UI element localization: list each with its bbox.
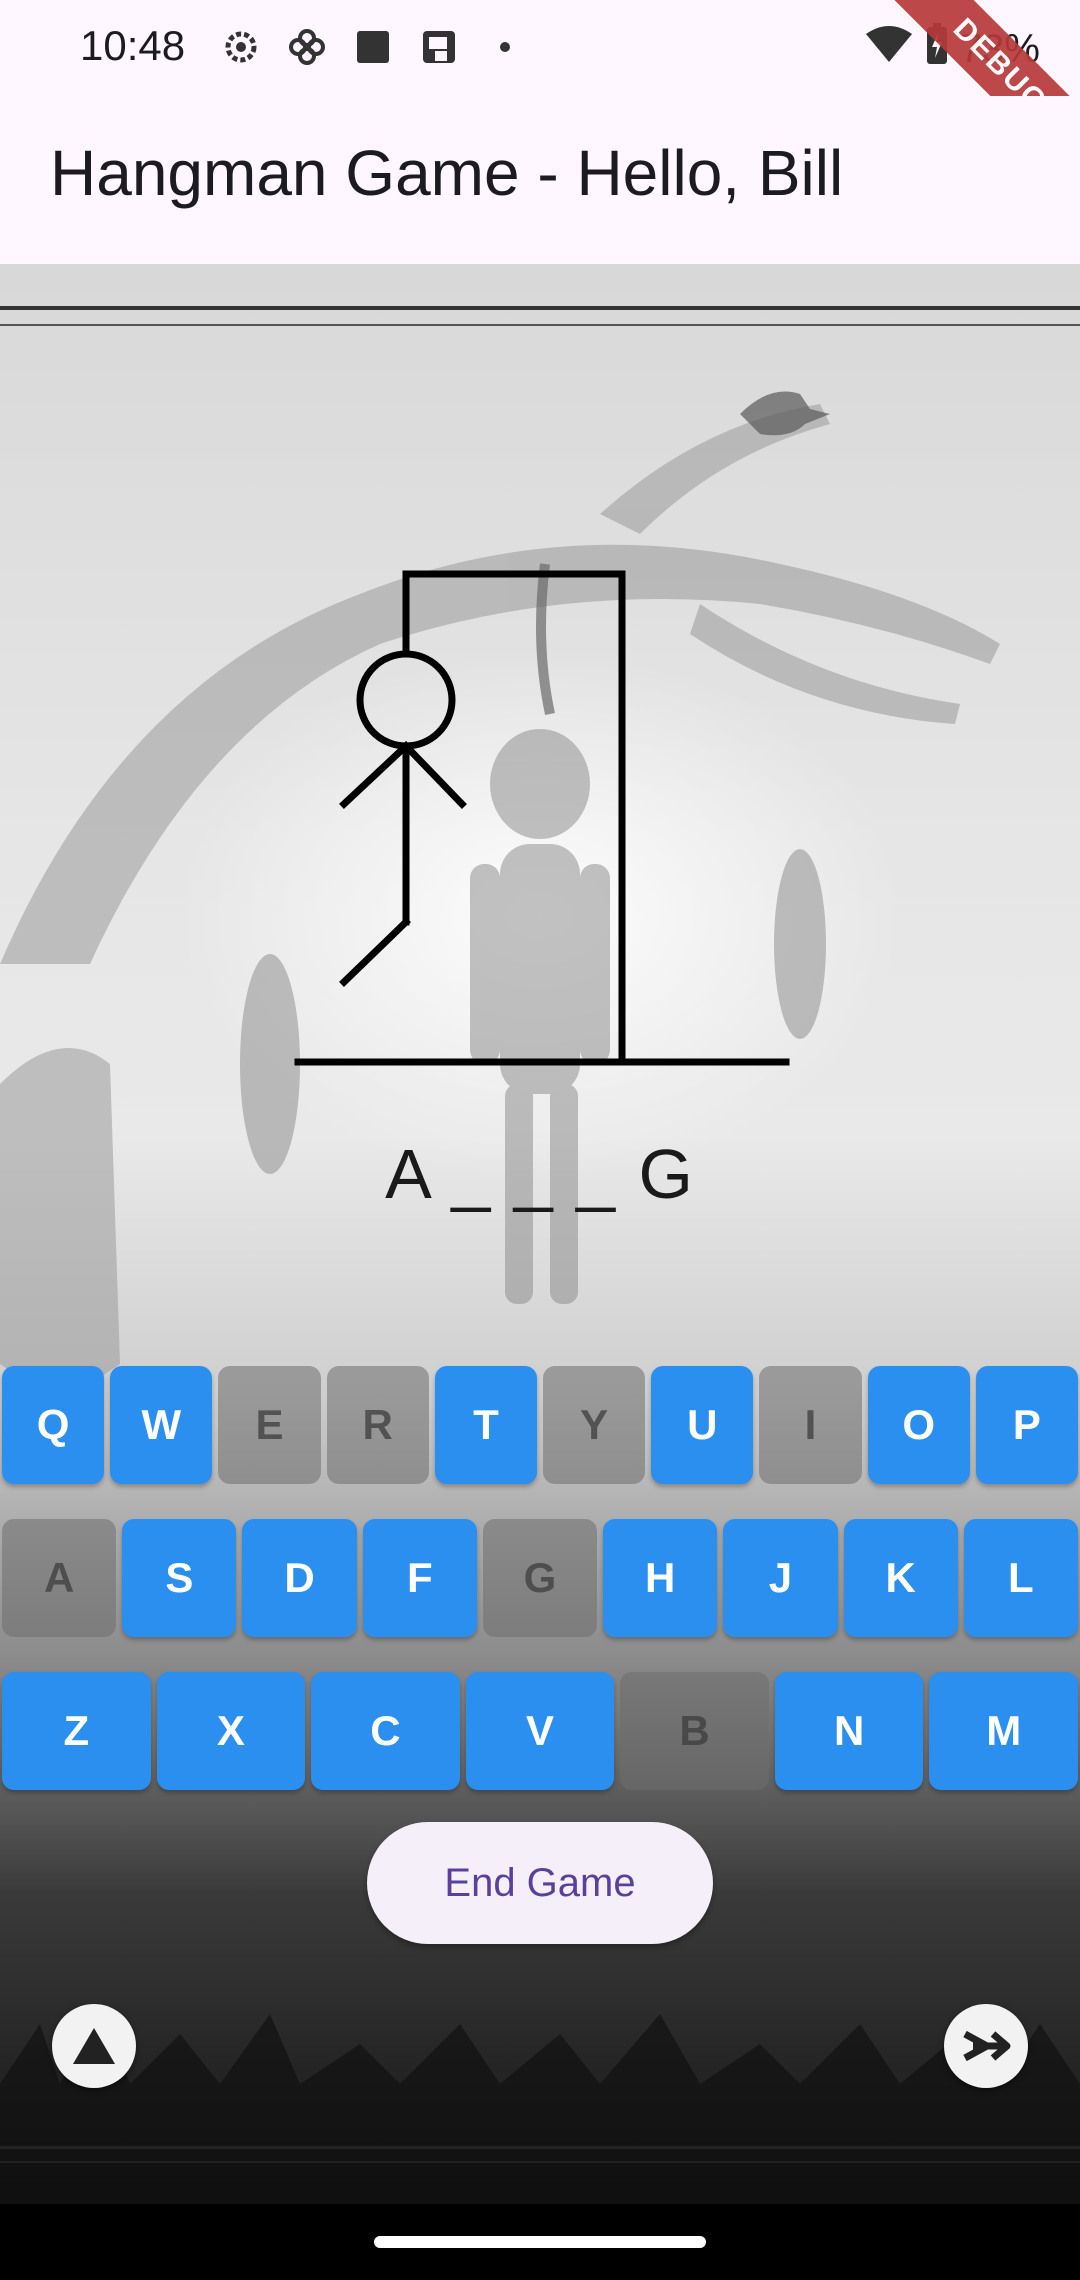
pinwheel-icon xyxy=(284,24,330,70)
word-display: A _ _ _ G xyxy=(385,1135,695,1213)
next-button[interactable] xyxy=(944,2004,1028,2088)
navigation-bar xyxy=(0,2204,1080,2280)
status-bar: 10:48 73% DEBUG xyxy=(0,0,1080,192)
key-b: B xyxy=(620,1672,769,1790)
key-p[interactable]: P xyxy=(975,1366,1078,1484)
arrow-right-icon xyxy=(963,2030,1011,2062)
end-game-button[interactable]: End Game xyxy=(367,1822,713,1944)
key-e: E xyxy=(218,1366,321,1484)
key-q[interactable]: Q xyxy=(2,1366,105,1484)
frame-bottom-border xyxy=(0,2146,1080,2163)
key-g: G xyxy=(482,1519,598,1637)
page-title: Hangman Game - Hello, Bill xyxy=(50,137,844,209)
key-h[interactable]: H xyxy=(603,1519,718,1637)
square-icon xyxy=(350,24,396,70)
key-z[interactable]: Z xyxy=(2,1672,151,1790)
cast-icon xyxy=(416,24,462,70)
game-area: A _ _ _ G QWERTYUIOP ASDFGHJKL ZXCVBNM End… xyxy=(0,264,1080,2204)
app-bar: Hangman Game - Hello, Bill xyxy=(0,96,1080,264)
key-d[interactable]: D xyxy=(242,1519,357,1637)
hangman-right-arm xyxy=(401,741,467,809)
key-l[interactable]: L xyxy=(963,1519,1078,1637)
status-time: 10:48 xyxy=(80,22,186,69)
key-v[interactable]: V xyxy=(465,1672,615,1790)
scroll-up-button[interactable] xyxy=(52,2004,136,2088)
status-icons xyxy=(218,24,528,70)
key-f[interactable]: F xyxy=(362,1519,477,1637)
hangman-drawing xyxy=(294,570,790,1066)
key-x[interactable]: X xyxy=(156,1672,306,1790)
key-u[interactable]: U xyxy=(651,1366,754,1484)
home-handle[interactable] xyxy=(374,2236,706,2248)
key-w[interactable]: W xyxy=(110,1366,213,1484)
triangle-up-icon xyxy=(73,2028,115,2064)
key-c[interactable]: C xyxy=(311,1672,460,1790)
key-s[interactable]: S xyxy=(122,1519,237,1637)
key-j[interactable]: J xyxy=(723,1519,838,1637)
dot-icon xyxy=(482,24,528,70)
settings-icon xyxy=(218,24,264,70)
hangman-left-arm xyxy=(339,741,411,809)
key-y: Y xyxy=(543,1366,646,1484)
key-o[interactable]: O xyxy=(867,1366,970,1484)
hangman-left-leg xyxy=(339,917,411,987)
key-r: R xyxy=(326,1366,429,1484)
key-n[interactable]: N xyxy=(774,1672,924,1790)
key-m[interactable]: M xyxy=(929,1672,1078,1790)
key-a: A xyxy=(2,1519,117,1637)
key-k[interactable]: K xyxy=(843,1519,958,1637)
hangman-head xyxy=(356,650,456,750)
key-t[interactable]: T xyxy=(434,1366,537,1484)
key-i: I xyxy=(759,1366,862,1484)
wifi-icon xyxy=(864,24,914,74)
